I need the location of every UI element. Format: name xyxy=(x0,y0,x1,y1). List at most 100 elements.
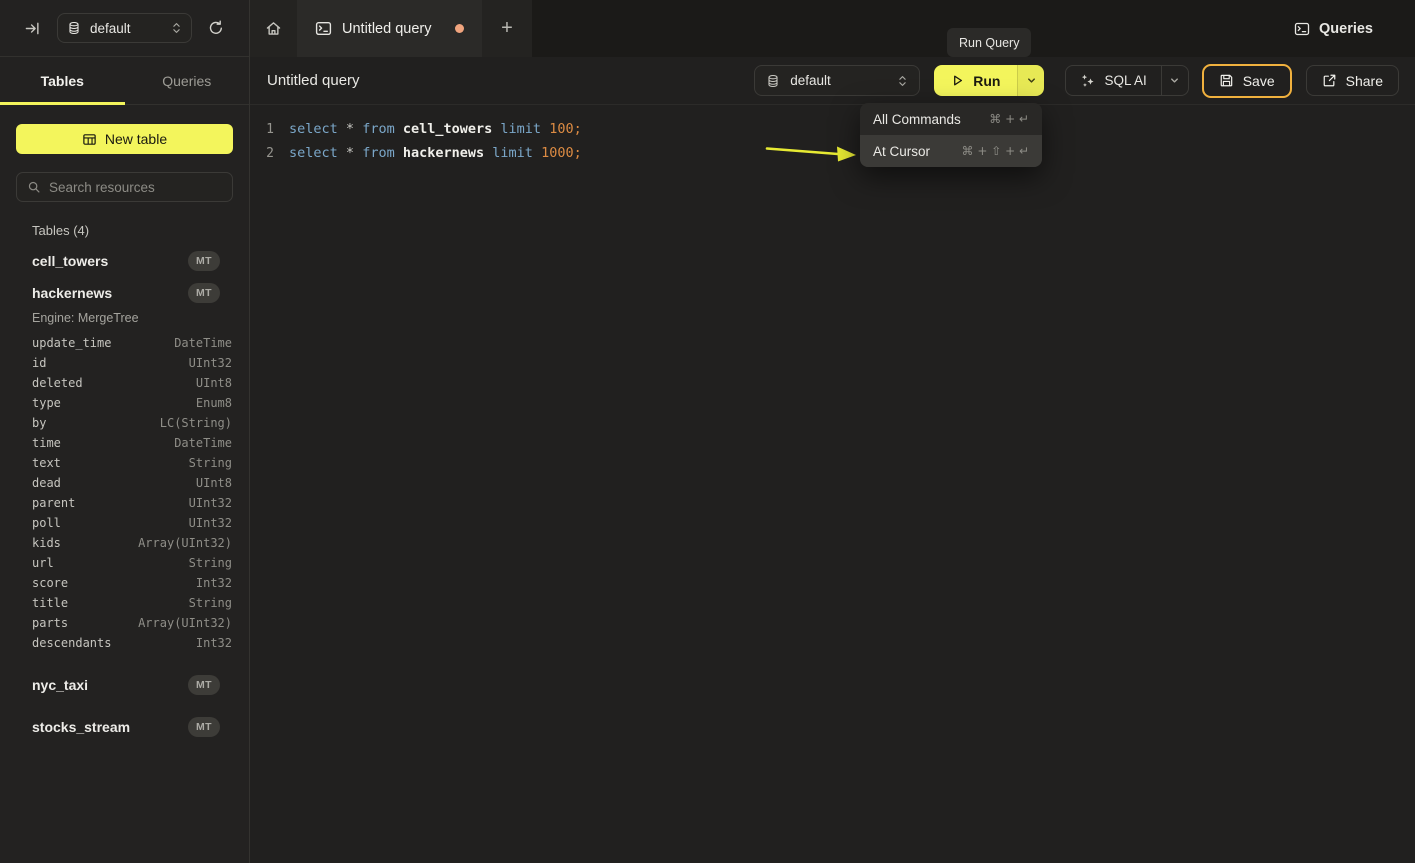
select-caret-icon xyxy=(171,21,182,35)
sidebar-tab-tables-label: Tables xyxy=(41,73,84,89)
sidebar-tab-queries-label: Queries xyxy=(162,73,211,89)
sidebar: default Tables Queries N xyxy=(0,0,250,863)
toolbar-database-value: default xyxy=(790,73,887,88)
column-row[interactable]: kidsArray(UInt32) xyxy=(0,533,249,553)
run-button[interactable]: Run xyxy=(934,65,1017,96)
token: 1000 xyxy=(541,145,574,161)
column-row[interactable]: partsArray(UInt32) xyxy=(0,613,249,633)
column-row[interactable]: pollUInt32 xyxy=(0,513,249,533)
save-button[interactable]: Save xyxy=(1202,64,1292,98)
sparkles-icon xyxy=(1080,73,1095,88)
column-row[interactable]: titleString xyxy=(0,593,249,613)
new-tab-button[interactable]: + xyxy=(482,0,532,57)
database-select[interactable]: default xyxy=(57,13,192,43)
queries-button-label: Queries xyxy=(1319,21,1373,37)
column-name: deleted xyxy=(32,376,83,390)
columns-list: update_timeDateTimeidUInt32deletedUInt8t… xyxy=(0,329,249,659)
sql-ai-label: SQL AI xyxy=(1104,73,1146,88)
code-text: select * from hackernews limit 1000; xyxy=(289,145,582,161)
table-name: nyc_taxi xyxy=(32,677,88,693)
column-row[interactable]: idUInt32 xyxy=(0,353,249,373)
column-name: title xyxy=(32,596,68,610)
column-type: DateTime xyxy=(174,436,232,450)
column-row[interactable]: update_timeDateTime xyxy=(0,333,249,353)
search-icon xyxy=(27,180,41,194)
tab-strip: Untitled query + Queries xyxy=(250,0,1415,57)
token: cell_towers xyxy=(403,121,492,137)
collapse-sidebar-icon[interactable] xyxy=(25,21,40,36)
new-table-label: New table xyxy=(105,131,167,147)
column-type: Int32 xyxy=(196,636,232,650)
code-text: select * from cell_towers limit 100; xyxy=(289,121,582,137)
menu-item-all-commands[interactable]: All Commands⌘ + ↵ xyxy=(860,103,1042,135)
toolbar-database-select[interactable]: default xyxy=(754,65,920,96)
column-type: UInt8 xyxy=(196,476,232,490)
engine-badge: MT xyxy=(188,675,220,695)
new-table-button[interactable]: New table xyxy=(16,124,233,154)
token: hackernews xyxy=(403,145,484,161)
home-button[interactable] xyxy=(250,0,297,57)
column-name: dead xyxy=(32,476,61,490)
column-row[interactable]: byLC(String) xyxy=(0,413,249,433)
column-row[interactable]: parentUInt32 xyxy=(0,493,249,513)
column-name: descendants xyxy=(32,636,111,650)
table-item-cell_towers[interactable]: cell_towersMT xyxy=(0,245,249,277)
column-row[interactable]: descendants Int32 xyxy=(0,633,249,653)
queries-panel-button[interactable]: Queries xyxy=(1282,0,1415,57)
chevron-down-icon xyxy=(1026,75,1037,86)
code-line[interactable]: 2 select * from hackernews limit 1000; xyxy=(250,141,1415,165)
table-item-stocks_stream[interactable]: stocks_streamMT xyxy=(0,711,249,743)
engine-badge: MT xyxy=(188,283,220,303)
menu-item-at-cursor[interactable]: At Cursor⌘ + ⇧ + ↵ xyxy=(860,135,1042,167)
column-type: DateTime xyxy=(174,336,232,350)
run-query-tooltip: Run Query xyxy=(947,28,1031,57)
table-name: hackernews xyxy=(32,285,112,301)
column-name: id xyxy=(32,356,46,370)
column-row[interactable]: scoreInt32 xyxy=(0,573,249,593)
play-icon xyxy=(951,74,964,87)
sidebar-tab-queries[interactable]: Queries xyxy=(125,57,250,104)
column-type: Int32 xyxy=(196,576,232,590)
line-number: 2 xyxy=(250,146,274,161)
column-row[interactable]: dead UInt8 xyxy=(0,473,249,493)
token: from xyxy=(362,121,395,137)
save-icon xyxy=(1219,73,1234,88)
search-resources-input[interactable] xyxy=(49,180,226,195)
database-icon xyxy=(766,74,780,88)
sidebar-topbar: default xyxy=(0,0,249,57)
sql-console-app: default Tables Queries N xyxy=(0,0,1415,863)
run-options-button[interactable] xyxy=(1017,65,1044,96)
table-engine-label: Engine: MergeTree xyxy=(0,309,249,329)
tab-group: Untitled query + xyxy=(250,0,532,57)
token xyxy=(338,121,346,137)
column-name: type xyxy=(32,396,61,410)
sidebar-tab-tables[interactable]: Tables xyxy=(0,57,125,104)
home-icon xyxy=(265,20,282,37)
table-item-hackernews[interactable]: hackernews MT xyxy=(0,277,249,309)
column-row[interactable]: type Enum8 xyxy=(0,393,249,413)
tab-untitled-query[interactable]: Untitled query xyxy=(297,0,482,57)
token: 100 xyxy=(549,121,573,137)
token: ; xyxy=(574,121,582,137)
code-line[interactable]: 1select * from cell_towers limit 100; xyxy=(250,117,1415,141)
sql-ai-button[interactable]: SQL AI xyxy=(1066,66,1160,95)
column-row[interactable]: timeDateTime xyxy=(0,433,249,453)
sql-ai-options-button[interactable] xyxy=(1161,66,1188,95)
column-type: Enum8 xyxy=(196,396,232,410)
token: select xyxy=(289,145,338,161)
column-row[interactable]: urlString xyxy=(0,553,249,573)
share-button[interactable]: Share xyxy=(1306,65,1399,96)
column-row[interactable]: deletedUInt8 xyxy=(0,373,249,393)
database-icon xyxy=(67,21,81,35)
table-item-nyc_taxi[interactable]: nyc_taxi MT xyxy=(0,669,249,701)
refresh-icon[interactable] xyxy=(208,20,224,36)
active-tab-underline xyxy=(0,102,125,105)
run-options-menu: All Commands⌘ + ↵At Cursor⌘ + ⇧ + ↵ xyxy=(860,103,1042,167)
sql-editor[interactable]: 1select * from cell_towers limit 100; 2 se… xyxy=(250,105,1415,165)
column-row[interactable]: textString xyxy=(0,453,249,473)
table-name: stocks_stream xyxy=(32,719,130,735)
plus-icon: + xyxy=(501,17,513,40)
column-type: UInt32 xyxy=(189,496,232,510)
column-type: UInt32 xyxy=(189,516,232,530)
token: from xyxy=(362,145,395,161)
